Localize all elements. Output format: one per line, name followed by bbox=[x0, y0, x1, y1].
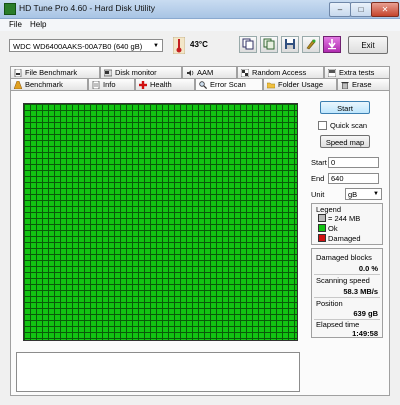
thermometer-icon bbox=[173, 37, 185, 54]
disk-monitor-icon bbox=[104, 69, 112, 77]
end-position-input[interactable]: 640 bbox=[328, 173, 379, 184]
speed-map-button[interactable]: Speed map bbox=[320, 135, 370, 148]
health-cross-icon bbox=[139, 81, 147, 89]
trash-icon bbox=[341, 82, 349, 89]
tab-disk-monitor[interactable]: Disk monitor bbox=[100, 66, 182, 78]
scan-log-box[interactable] bbox=[16, 352, 300, 392]
chevron-down-icon: ▼ bbox=[373, 191, 379, 197]
menu-help[interactable]: Help bbox=[30, 20, 46, 29]
tab-folder-usage[interactable]: Folder Usage bbox=[263, 78, 337, 90]
divider bbox=[314, 297, 380, 298]
speaker-icon bbox=[187, 70, 194, 76]
toolbar: WDC WD6400AAKS-00A7B0 (640 gB) ▼ 43°C Ex… bbox=[0, 31, 400, 59]
minimize-button[interactable]: – bbox=[329, 2, 351, 17]
damaged-swatch bbox=[318, 234, 326, 242]
legend-damaged: Damaged bbox=[318, 234, 361, 243]
tab-file-benchmark[interactable]: File Benchmark bbox=[10, 66, 100, 78]
file-benchmark-icon bbox=[14, 69, 22, 77]
tab-label: Random Access bbox=[252, 68, 307, 77]
tab-health[interactable]: Health bbox=[135, 78, 195, 90]
temperature-readout: 43°C bbox=[190, 40, 208, 49]
start-field-label: Start bbox=[311, 158, 327, 167]
unit-label: Unit bbox=[311, 190, 325, 199]
legend-damaged-label: Damaged bbox=[328, 234, 361, 243]
folder-icon bbox=[267, 82, 275, 89]
legend-ok: Ok bbox=[318, 224, 338, 233]
legend-box: Legend = 244 MB Ok Damaged bbox=[311, 203, 383, 245]
tab-label: Info bbox=[103, 80, 116, 89]
close-button[interactable]: ✕ bbox=[371, 2, 399, 17]
tab-label: Health bbox=[150, 80, 172, 89]
info-icon bbox=[92, 81, 100, 89]
unit-select[interactable]: gB ▼ bbox=[345, 188, 382, 200]
tab-row-top: File Benchmark Disk monitor AAM Random A… bbox=[10, 66, 390, 78]
extra-tests-icon bbox=[328, 69, 336, 77]
download-icon[interactable] bbox=[323, 36, 341, 53]
scanning-speed-label: Scanning speed bbox=[316, 276, 370, 285]
scanning-speed-value: 58.3 MB/s bbox=[343, 287, 378, 296]
end-field-label: End bbox=[311, 174, 325, 183]
tab-extra-tests[interactable]: Extra tests bbox=[324, 66, 390, 78]
legend-ok-label: Ok bbox=[328, 224, 338, 233]
options-icon[interactable] bbox=[302, 36, 320, 53]
position-value: 639 gB bbox=[353, 309, 378, 318]
tab-erase[interactable]: Erase bbox=[337, 78, 390, 90]
benchmark-icon bbox=[14, 81, 22, 89]
tab-label: Erase bbox=[352, 80, 372, 89]
block-swatch bbox=[318, 214, 326, 222]
menu-file[interactable]: File bbox=[9, 20, 22, 29]
tab-label: Folder Usage bbox=[278, 80, 324, 89]
elapsed-time-label: Elapsed time bbox=[316, 320, 360, 329]
error-scan-block-grid bbox=[23, 103, 298, 341]
copy-all-icon[interactable] bbox=[260, 36, 278, 53]
tab-row-bottom: Benchmark Info Health Error Scan Folder … bbox=[10, 78, 390, 91]
random-access-icon bbox=[241, 69, 249, 77]
legend-block-size: = 244 MB bbox=[318, 214, 360, 223]
damaged-blocks-label: Damaged blocks bbox=[316, 253, 372, 262]
start-position-input[interactable]: 0 bbox=[328, 157, 379, 168]
tab-label: Benchmark bbox=[25, 80, 63, 89]
tab-aam[interactable]: AAM bbox=[182, 66, 237, 78]
drive-select-value: WDC WD6400AAKS-00A7B0 (640 gB) bbox=[13, 42, 143, 51]
menu-bar: File Help bbox=[0, 19, 400, 31]
legend-title: Legend bbox=[316, 205, 342, 214]
legend-block-size-label: = 244 MB bbox=[328, 214, 361, 223]
chevron-down-icon: ▼ bbox=[153, 43, 159, 49]
app-window: HD Tune Pro 4.60 - Hard Disk Utility – □… bbox=[0, 0, 400, 405]
app-icon bbox=[4, 3, 16, 15]
damaged-blocks-value: 0.0 % bbox=[358, 264, 378, 273]
tab-info[interactable]: Info bbox=[88, 78, 135, 90]
quick-scan-checkbox[interactable] bbox=[318, 121, 327, 130]
start-button[interactable]: Start bbox=[320, 101, 370, 114]
tab-benchmark[interactable]: Benchmark bbox=[10, 78, 88, 90]
drive-select[interactable]: WDC WD6400AAKS-00A7B0 (640 gB) ▼ bbox=[9, 39, 163, 52]
window-title: HD Tune Pro 4.60 - Hard Disk Utility bbox=[19, 3, 156, 13]
copy-icon[interactable] bbox=[239, 36, 257, 53]
maximize-button[interactable]: □ bbox=[350, 2, 372, 17]
tab-random-access[interactable]: Random Access bbox=[237, 66, 324, 78]
tab-label: File Benchmark bbox=[25, 68, 78, 77]
tab-label: AAM bbox=[197, 68, 214, 77]
divider bbox=[314, 274, 380, 275]
title-bar[interactable]: HD Tune Pro 4.60 - Hard Disk Utility – □… bbox=[0, 0, 400, 19]
save-icon[interactable] bbox=[281, 36, 299, 53]
unit-select-value: gB bbox=[348, 190, 358, 199]
ok-swatch bbox=[318, 224, 326, 232]
elapsed-time-value: 1:49:58 bbox=[352, 329, 378, 338]
tab-label: Disk monitor bbox=[115, 68, 157, 77]
exit-button[interactable]: Exit bbox=[348, 36, 388, 54]
tab-label: Error Scan bbox=[210, 80, 246, 89]
position-label: Position bbox=[316, 299, 343, 308]
magnifier-icon bbox=[199, 81, 207, 89]
quick-scan-label: Quick scan bbox=[330, 121, 368, 130]
tab-label: Extra tests bbox=[339, 68, 375, 77]
scan-stats-box: Damaged blocks 0.0 % Scanning speed 58.3… bbox=[311, 248, 383, 338]
